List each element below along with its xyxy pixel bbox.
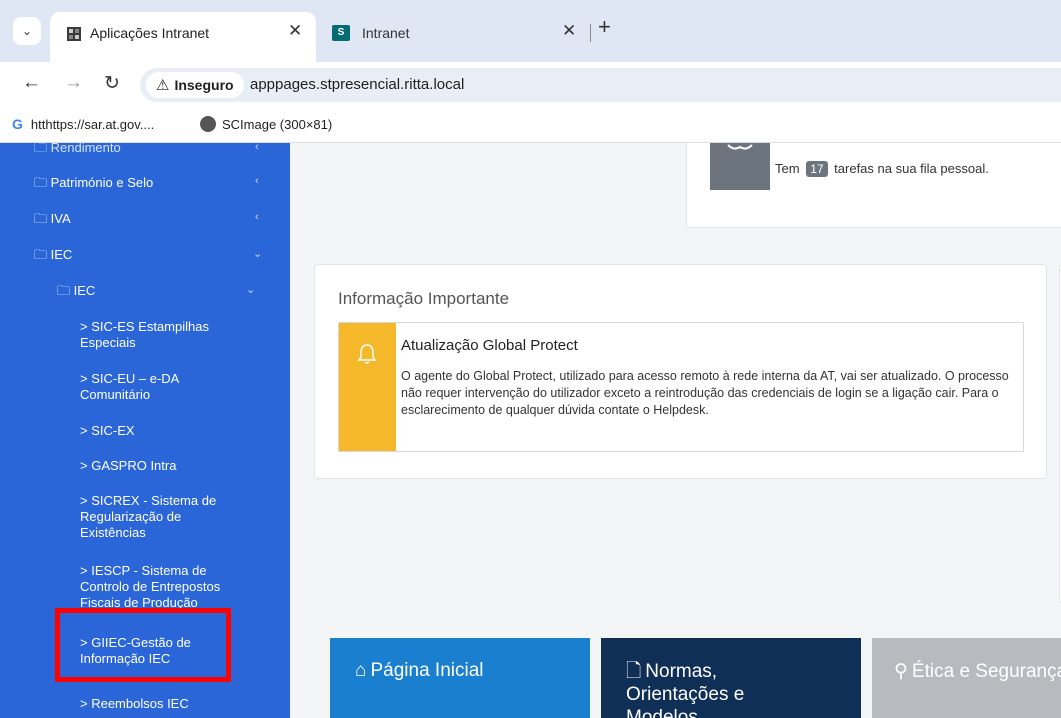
sidebar-item-label: Património e Selo: [50, 175, 154, 190]
tab-intranet[interactable]: S Intranet ✕: [322, 12, 592, 52]
bookmark-scimage[interactable]: SCImage (300×81): [200, 116, 332, 132]
folder-icon: 🗀: [34, 175, 51, 190]
warning-triangle-icon: ⚠: [156, 77, 170, 94]
alert-body: O agente do Global Protect, utilizado pa…: [401, 369, 1009, 417]
tab-search-chevron-icon[interactable]: ⌄: [13, 17, 41, 45]
sidebar-item-gaspro[interactable]: > GASPRO Intra: [80, 458, 250, 474]
bookmark-sar[interactable]: G htthttps://sar.at.gov....: [12, 116, 154, 132]
bell-icon: [357, 344, 377, 364]
sidebar-item-sic-es[interactable]: > SIC-ES Estampilhas Especiais: [80, 319, 250, 351]
home-icon: ⌂: [355, 660, 367, 681]
bookmark-label: htthttps://sar.at.gov....: [30, 116, 155, 132]
info-title: Informação Importante: [338, 289, 510, 308]
tile-normas[interactable]: 🗋 Normas, Orientações e Modelos: [601, 638, 861, 718]
tab-title: Aplicações Intranet: [90, 25, 210, 41]
sidebar: 🗀 Rendimento ‹ 🗀 Património e Selo ‹ 🗀 I…: [0, 143, 290, 718]
folder-icon: 🗀: [57, 283, 74, 298]
sidebar-item-sic-eu[interactable]: > SIC-EU – e-DA Comunitário: [80, 371, 250, 403]
globe-icon: [200, 116, 216, 132]
sidebar-item-reembolsos[interactable]: > Reembolsos IEC: [80, 696, 250, 712]
chevron-down-icon: ⌄: [253, 248, 263, 260]
document-icon: 🗋: [626, 661, 642, 682]
site-favicon-icon: [67, 27, 81, 41]
close-tab-icon[interactable]: ✕: [562, 21, 576, 41]
sidebar-item-patrimonio[interactable]: 🗀 Património e Selo: [34, 175, 153, 191]
sidebar-item-label: IVA: [50, 211, 71, 226]
folder-icon: 🗀: [34, 211, 51, 226]
sidebar-item-iescp[interactable]: > IESCP - Sistema de Controlo de Entrepo…: [80, 563, 250, 609]
bookmark-label: SCImage (300×81): [222, 116, 333, 132]
sidebar-item-iva[interactable]: 🗀 IVA: [34, 211, 71, 227]
tile-pagina-inicial[interactable]: ⌂ Página Inicial: [330, 638, 590, 718]
tab-separator: [590, 24, 591, 42]
award-icon: ⚲: [894, 661, 908, 682]
new-tab-plus-icon[interactable]: +: [598, 14, 611, 40]
security-label: Inseguro: [174, 77, 234, 93]
tab-title: Intranet: [362, 25, 410, 41]
tasks-icon-box: [710, 143, 770, 190]
bookmarks-bar: G htthttps://sar.at.gov.... SCImage (300…: [0, 107, 1061, 143]
address-bar-row: ← → ↻ ⚠ Inseguro apppages.stpresencial.r…: [0, 62, 1061, 107]
tasks-text: Tem 17 tarefas na sua fila pessoal.: [775, 161, 989, 177]
sharepoint-icon: S: [332, 25, 350, 41]
chevron-down-icon: ⌄: [246, 284, 256, 296]
browser-tab-bar: ⌄ Aplicações Intranet ✕ S Intranet ✕ +: [0, 0, 1061, 62]
tab-aplicacoes-intranet[interactable]: Aplicações Intranet ✕: [50, 12, 316, 62]
folder-icon: 🗀: [34, 247, 51, 262]
tasks-count-badge: 17: [806, 161, 828, 177]
sidebar-item-sic-ex[interactable]: > SIC-EX: [80, 423, 250, 439]
tile-label: Página Inicial: [370, 660, 484, 681]
omnibox[interactable]: ⚠ Inseguro apppages.stpresencial.ritta.l…: [140, 68, 1061, 102]
book-icon: [727, 144, 753, 150]
page-content: 🗀 Rendimento ‹ 🗀 Património e Selo ‹ 🗀 I…: [0, 143, 1061, 718]
tasks-suffix: tarefas na sua fila pessoal.: [834, 161, 989, 176]
sidebar-item-label: Rendimento: [50, 143, 121, 155]
folder-icon: 🗀: [34, 143, 51, 155]
sidebar-item-iec[interactable]: 🗀 IEC: [34, 247, 72, 263]
tile-label: Ética e Segurança: [911, 661, 1061, 682]
sidebar-item-label: IEC: [73, 283, 96, 298]
sidebar-item-label: IEC: [50, 247, 73, 262]
highlight-box: [55, 608, 231, 682]
alert-color-bar: [339, 323, 396, 451]
tile-etica[interactable]: ⚲ Ética e Segurança: [872, 638, 1061, 718]
alert-title: Atualização Global Protect: [401, 337, 578, 354]
tile-label: Normas, Orientações e Modelos: [626, 661, 745, 718]
tasks-prefix: Tem: [775, 161, 800, 176]
alert-box: Atualização Global Protect O agente do G…: [338, 322, 1024, 452]
security-chip[interactable]: ⚠ Inseguro: [146, 72, 244, 98]
close-tab-icon[interactable]: ✕: [288, 21, 302, 41]
chevron-left-icon: ‹: [255, 175, 259, 187]
reload-icon[interactable]: ↻: [104, 72, 120, 95]
back-arrow-icon[interactable]: ←: [22, 72, 41, 94]
sidebar-item-iec-sub[interactable]: 🗀 IEC: [57, 283, 95, 299]
chevron-left-icon: ‹: [255, 211, 259, 223]
chevron-left-icon: ‹: [255, 143, 259, 153]
forward-arrow-icon[interactable]: →: [64, 72, 83, 94]
sidebar-item-sicrex[interactable]: > SICREX - Sistema de Regularização de E…: [80, 493, 245, 541]
sidebar-item-rendimento[interactable]: 🗀 Rendimento: [34, 143, 121, 156]
google-icon: G: [12, 116, 23, 132]
url-text[interactable]: apppages.stpresencial.ritta.local: [250, 76, 464, 93]
